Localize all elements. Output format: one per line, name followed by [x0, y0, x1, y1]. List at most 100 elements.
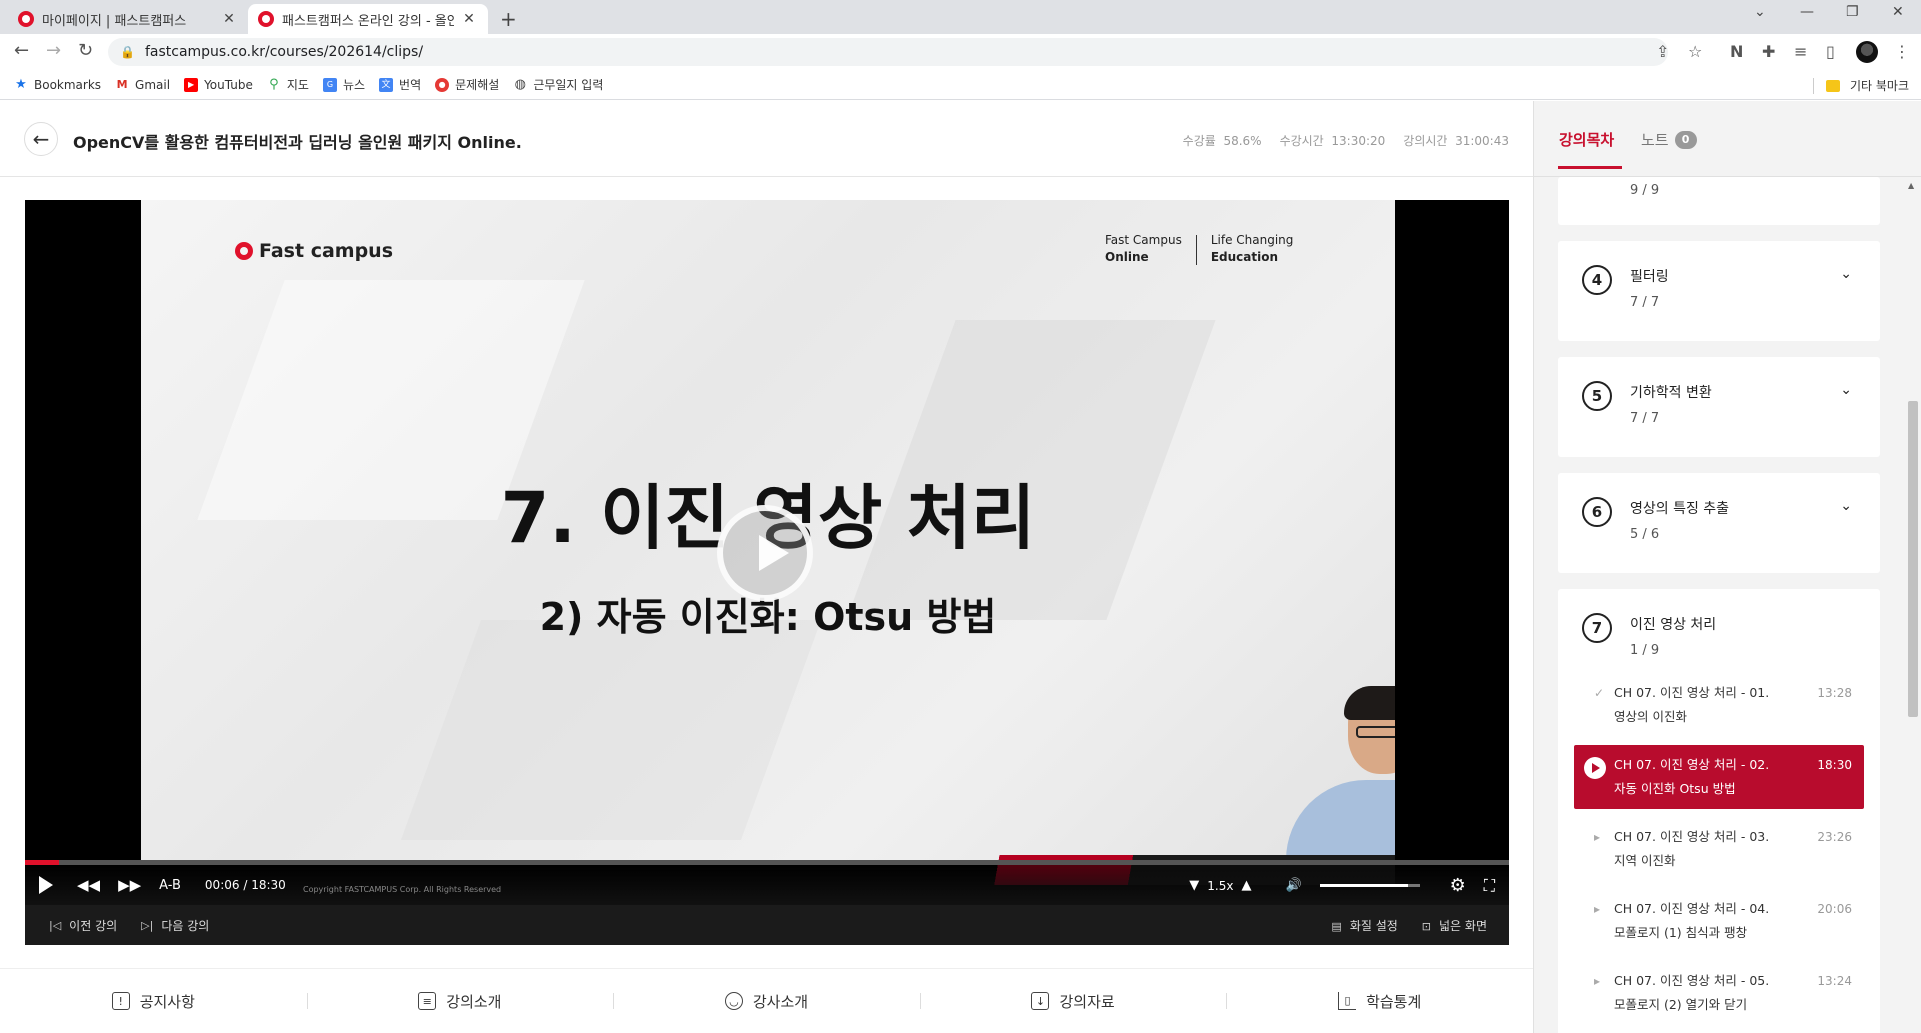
- lock-icon: 🔒: [120, 45, 135, 59]
- share-icon[interactable]: ⇪: [1656, 42, 1669, 61]
- speed-control[interactable]: ▼ 1.5x ▲: [1189, 878, 1251, 893]
- play-icon[interactable]: [39, 876, 53, 894]
- bookmark-translate[interactable]: 文 번역: [379, 76, 421, 93]
- sidebar-scrollbar[interactable]: ▲: [1907, 177, 1918, 1033]
- play-triangle-icon: ▸: [1594, 974, 1601, 988]
- url-field[interactable]: 🔒 fastcampus.co.kr/courses/202614/clips/: [108, 38, 1668, 66]
- volume-level: [1319, 884, 1408, 887]
- bookmark-news[interactable]: G 뉴스: [322, 76, 365, 93]
- youtube-icon: ▶: [184, 77, 199, 92]
- prev-lecture-button[interactable]: |◁ 이전 강의: [49, 917, 117, 934]
- bookmark-worklog[interactable]: ◍ 근무일지 입력: [513, 76, 604, 93]
- fastcampus-logo-icon: [235, 242, 253, 260]
- tab-search-chevron-icon[interactable]: ⌄: [1754, 4, 1766, 20]
- section-progress: 1 / 9: [1630, 643, 1660, 658]
- speed-up-icon[interactable]: ▲: [1241, 878, 1251, 893]
- chevron-down-icon[interactable]: ⌄: [1840, 266, 1852, 282]
- next-lecture-button[interactable]: ▷| 다음 강의: [141, 917, 209, 934]
- extension-n-icon[interactable]: N: [1730, 42, 1743, 61]
- reload-icon[interactable]: ↻: [78, 40, 93, 61]
- close-tab-icon[interactable]: ✕: [460, 11, 478, 27]
- clip-item[interactable]: ▸ CH 07. 이진 영상 처리 - 04. 모폴로지 (1) 침식과 팽창 2…: [1574, 897, 1864, 947]
- chrome-menu-icon[interactable]: ⋮: [1894, 42, 1910, 61]
- globe-icon: ◍: [514, 76, 526, 92]
- course-info-tabs: ! 공지사항 ≡ 강의소개 ◡ 강사소개 ↓ 강의자료 ▯ 학습통계: [0, 968, 1533, 1033]
- tab-instructor[interactable]: ◡ 강사소개: [613, 991, 920, 1012]
- bookmarks-bar: ★ Bookmarks M Gmail ▶ YouTube ⚲ 지도 G 뉴스 文 번역 ●…: [0, 70, 1921, 100]
- course-stats: 수강률 58.6% 수강시간 13:30:20 강의시간 31:00:43: [1183, 132, 1509, 149]
- section-card-5[interactable]: 5 기하학적 변환 7 / 7 ⌄: [1558, 357, 1880, 457]
- clip-duration: 13:24: [1817, 974, 1852, 988]
- video-player[interactable]: Fast campus Fast Campus Online Life Chang…: [25, 200, 1509, 945]
- clip-item-active[interactable]: CH 07. 이진 영상 처리 - 02. 자동 이진화 Otsu 방법 18:3…: [1574, 745, 1864, 809]
- back-arrow-icon[interactable]: ←: [14, 40, 29, 61]
- tab-table-of-contents[interactable]: 강의목차: [1557, 129, 1623, 169]
- quality-settings-button[interactable]: ▤ 화질 설정: [1331, 917, 1397, 934]
- star-icon: ★: [15, 76, 27, 92]
- video-controls-right: ▼ 1.5x ▲ 🔊 ⚙ ⛶: [1189, 875, 1495, 896]
- clip-item[interactable]: ▸ CH 07. 이진 영상 처리 - 03. 지역 이진화 23:26: [1574, 825, 1864, 875]
- lecture-sidebar: 강의목차 노트 0 9 / 9 4 필터링 7 / 7 ⌄ 5 기하학적 변환 …: [1533, 101, 1921, 1033]
- note-count-badge: 0: [1674, 130, 1697, 149]
- fast-forward-icon[interactable]: ▶▶: [118, 876, 141, 894]
- extensions-puzzle-icon[interactable]: ✚: [1762, 42, 1775, 61]
- volume-icon[interactable]: 🔊: [1285, 878, 1301, 893]
- clip-item[interactable]: ✓ CH 07. 이진 영상 처리 - 01. 영상의 이진화 13:28: [1574, 681, 1864, 731]
- clip-duration: 23:26: [1817, 830, 1852, 844]
- tab-notice[interactable]: ! 공지사항: [0, 991, 307, 1012]
- section-card-3[interactable]: 9 / 9: [1558, 177, 1880, 225]
- solution-icon: ●: [435, 77, 450, 92]
- chevron-down-icon[interactable]: ⌄: [1840, 498, 1852, 514]
- rewind-icon[interactable]: ◀◀: [77, 876, 100, 894]
- time-display: 00:06 / 18:30: [204, 878, 286, 892]
- folder-icon: [1825, 79, 1840, 92]
- section-progress: 7 / 7: [1630, 295, 1660, 310]
- speed-down-icon[interactable]: ▼: [1189, 878, 1199, 893]
- back-button[interactable]: ←: [24, 122, 58, 156]
- scrollbar-thumb[interactable]: [1908, 401, 1918, 717]
- tab-notes[interactable]: 노트 0: [1641, 129, 1697, 150]
- minimize-icon[interactable]: —: [1800, 4, 1814, 20]
- restore-icon[interactable]: ❐: [1846, 4, 1859, 20]
- skip-next-icon: ▷|: [141, 918, 154, 932]
- section-card-6[interactable]: 6 영상의 특징 추출 5 / 6 ⌄: [1558, 473, 1880, 573]
- side-panel-icon[interactable]: ▯: [1826, 42, 1835, 61]
- profile-avatar[interactable]: [1856, 41, 1878, 63]
- section-number: 5: [1582, 381, 1612, 411]
- tab-course-intro[interactable]: ≡ 강의소개: [306, 991, 614, 1012]
- browser-tab-mypage[interactable]: 마이페이지 | 패스트캠퍼스 ✕: [8, 4, 248, 34]
- ab-repeat-button[interactable]: A-B: [159, 878, 181, 893]
- clip-item[interactable]: ▸ CH 07. 이진 영상 처리 - 05. 모폴로지 (2) 열기와 닫기 1…: [1574, 969, 1864, 1019]
- volume-slider[interactable]: [1319, 884, 1420, 887]
- close-tab-icon[interactable]: ✕: [220, 11, 238, 27]
- chevron-down-icon[interactable]: ⌄: [1840, 382, 1852, 398]
- big-play-button[interactable]: [717, 505, 813, 601]
- settings-gear-icon[interactable]: ⚙: [1450, 875, 1466, 896]
- bookmark-youtube[interactable]: ▶ YouTube: [184, 77, 253, 92]
- bookmark-maps[interactable]: ⚲ 지도: [267, 76, 309, 93]
- url-text: fastcampus.co.kr/courses/202614/clips/: [144, 44, 424, 60]
- section-card-4[interactable]: 4 필터링 7 / 7 ⌄: [1558, 241, 1880, 341]
- section-number: 4: [1582, 265, 1612, 295]
- tab-title: 마이페이지 | 패스트캠퍼스: [42, 13, 187, 29]
- new-tab-button[interactable]: +: [500, 7, 517, 31]
- fullscreen-icon[interactable]: ⛶: [1484, 876, 1495, 896]
- wide-screen-button[interactable]: ⊡ 넓은 화면: [1422, 917, 1487, 934]
- bookmark-solutions[interactable]: ● 문제해설: [435, 76, 499, 93]
- scroll-up-arrow-icon[interactable]: ▲: [1908, 181, 1914, 190]
- map-pin-icon: ⚲: [269, 76, 279, 92]
- quality-icon: ▤: [1331, 920, 1342, 933]
- slide-brand-tagline: Fast Campus Online Life Changing Education: [1105, 233, 1294, 265]
- bookmark-star-icon[interactable]: ☆: [1688, 42, 1702, 61]
- bookmark-bookmarks[interactable]: ★ Bookmarks: [14, 76, 101, 92]
- forward-arrow-icon[interactable]: →: [46, 40, 61, 61]
- other-bookmarks[interactable]: 기타 북마크: [1812, 77, 1909, 94]
- browser-tab-course[interactable]: 패스트캠퍼스 온라인 강의 - 올인 ✕: [248, 4, 488, 34]
- section-progress: 5 / 6: [1630, 527, 1660, 542]
- window-close-icon[interactable]: ✕: [1892, 4, 1904, 20]
- play-triangle-icon: ▸: [1594, 830, 1601, 844]
- bookmark-gmail[interactable]: M Gmail: [115, 78, 171, 92]
- tab-stats[interactable]: ▯ 학습통계: [1226, 991, 1533, 1012]
- tab-materials[interactable]: ↓ 강의자료: [919, 991, 1227, 1012]
- reading-list-icon[interactable]: ≡: [1794, 42, 1807, 61]
